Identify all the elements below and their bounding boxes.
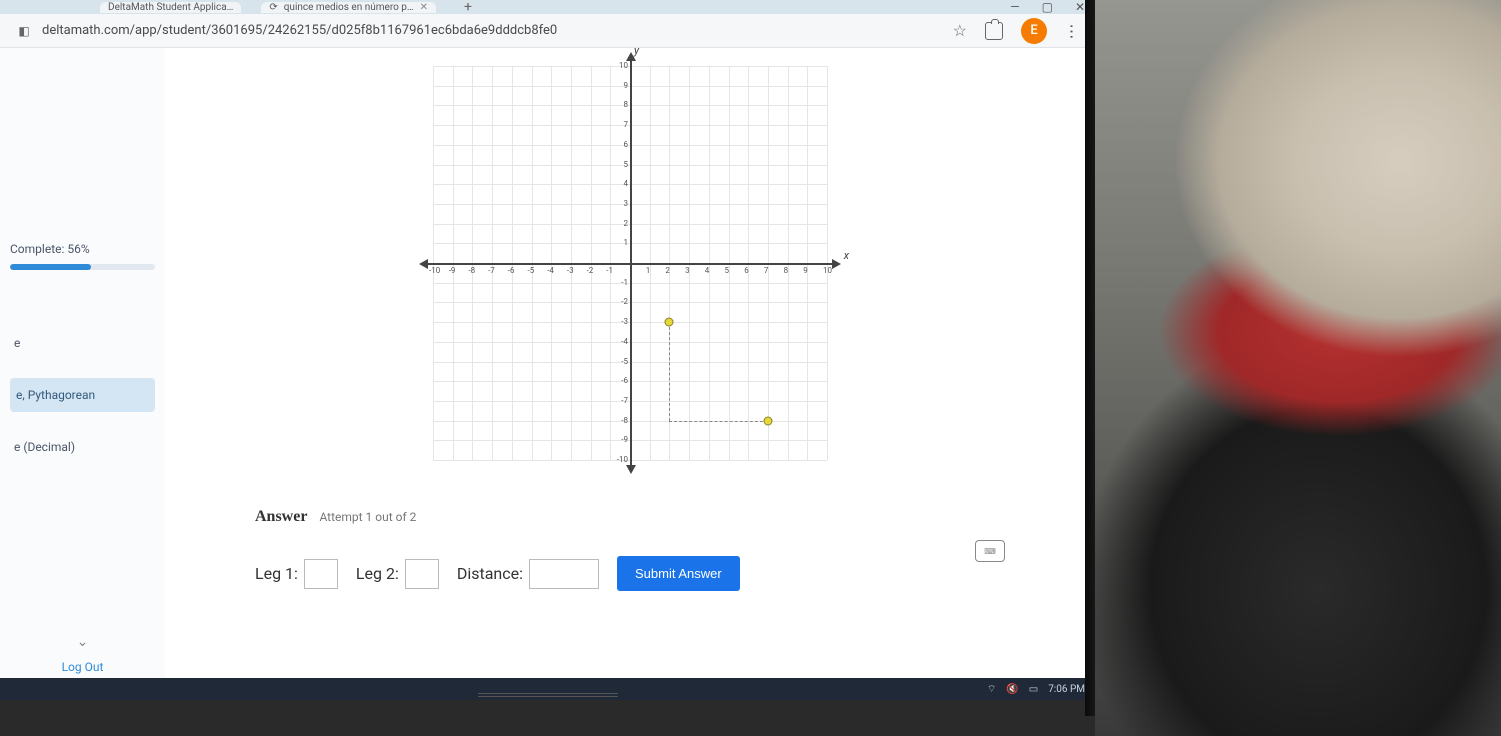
taskbar-time: 7:06 PM (1048, 684, 1085, 695)
x-tick: -1 (606, 266, 613, 275)
browser-tabstrip: DeltaMath Student Applica… ⟳quince medio… (0, 0, 1095, 14)
x-tick: 9 (803, 266, 808, 275)
distance-group: Distance: (457, 559, 599, 589)
y-axis (630, 58, 632, 468)
x-tick: 8 (784, 266, 789, 275)
x-tick: 3 (685, 266, 690, 275)
y-tick: 3 (616, 199, 628, 208)
sidebar-collapse-icon[interactable]: ⌄ (10, 634, 155, 650)
arrow-left-icon (419, 259, 428, 269)
attempt-text: Attempt 1 out of 2 (319, 510, 416, 524)
leg2-group: Leg 2: (356, 559, 439, 589)
y-tick: -10 (616, 455, 628, 464)
browser-urlbar: ◧ deltamath.com/app/student/3601695/2426… (0, 14, 1095, 48)
coordinate-graph[interactable]: y x -10-9-8-7-6-5-4-3-2-112345678910-10-… (425, 58, 835, 468)
x-tick: -5 (528, 266, 535, 275)
x-tick: 1 (646, 266, 651, 275)
y-tick: 9 (616, 81, 628, 90)
y-tick: 4 (616, 179, 628, 188)
profile-avatar[interactable]: E (1021, 18, 1047, 44)
y-axis-label: y (634, 44, 639, 57)
site-info-icon[interactable]: ◧ (16, 23, 32, 39)
x-tick: 10 (823, 266, 832, 275)
sidebar-item-decimal[interactable]: e (Decimal) (10, 434, 155, 460)
progress-bar (10, 264, 155, 270)
y-tick: -6 (616, 376, 628, 385)
x-tick: 6 (744, 266, 749, 275)
extensions-icon[interactable] (985, 22, 1003, 40)
x-axis-label: x (844, 249, 849, 262)
window-close-icon[interactable]: ✕ (1075, 0, 1085, 14)
y-tick: 7 (616, 120, 628, 129)
y-tick: 8 (616, 100, 628, 109)
sidebar-item-e[interactable]: e (10, 330, 155, 356)
y-tick: -4 (616, 337, 628, 346)
leg1-input[interactable] (304, 559, 338, 589)
tab2-title: quince medios en número p… (284, 2, 414, 13)
leg2-label: Leg 2: (356, 564, 399, 583)
x-tick: -9 (449, 266, 456, 275)
x-tick: -6 (508, 266, 515, 275)
y-tick: -7 (616, 396, 628, 405)
y-tick: -5 (616, 357, 628, 366)
browser-tab-1[interactable]: DeltaMath Student Applica… (100, 2, 241, 13)
browser-tab-2[interactable]: ⟳quince medios en número p…✕ (261, 2, 436, 13)
leg2-input[interactable] (405, 559, 439, 589)
browser-menu-icon[interactable]: ⋯ (1063, 24, 1082, 38)
window-maximize-icon[interactable]: ▢ (1042, 0, 1053, 14)
submit-answer-button[interactable]: Submit Answer (617, 556, 740, 591)
plotted-point[interactable] (763, 416, 772, 425)
x-tick: -10 (429, 266, 440, 275)
x-tick: -8 (468, 266, 475, 275)
battery-icon[interactable]: ▭ (1029, 684, 1038, 695)
leg1-label: Leg 1: (255, 564, 298, 583)
taskbar-scrub (478, 693, 618, 697)
tab1-title: DeltaMath Student Applica… (108, 2, 233, 13)
window-minimize-icon[interactable]: — (1010, 0, 1019, 14)
x-tick: -4 (547, 266, 554, 275)
os-taskbar[interactable]: ⌔ 🔇 ▭ 7:06 PM (0, 678, 1095, 700)
volume-mute-icon[interactable]: 🔇 (1006, 684, 1018, 695)
distance-input[interactable] (529, 559, 599, 589)
wifi-icon[interactable]: ⌔ (987, 683, 996, 696)
y-tick: 1 (616, 238, 628, 247)
y-tick: -9 (616, 435, 628, 444)
y-tick: -1 (616, 278, 628, 287)
x-tick: 7 (764, 266, 769, 275)
x-tick: 5 (725, 266, 730, 275)
sidebar: Complete: 56% e e, Pythagorean e (Decima… (0, 48, 165, 700)
arrow-down-icon (626, 465, 636, 474)
x-tick: 4 (705, 266, 710, 275)
keyboard-icon[interactable]: ⌨ (975, 540, 1005, 562)
y-tick: -2 (616, 297, 628, 306)
main-content: y x -10-9-8-7-6-5-4-3-2-112345678910-10-… (165, 48, 1095, 700)
y-tick: 5 (616, 160, 628, 169)
dashed-segment (669, 322, 670, 421)
complete-label: Complete: 56% (10, 242, 155, 256)
y-tick: 10 (616, 61, 628, 70)
y-tick: -8 (616, 416, 628, 425)
dashed-segment (669, 421, 768, 422)
plotted-point[interactable] (665, 318, 674, 327)
x-tick: -2 (587, 266, 594, 275)
x-tick: -3 (567, 266, 574, 275)
bookmark-star-icon[interactable]: ☆ (953, 21, 967, 40)
x-tick: -7 (488, 266, 495, 275)
new-tab-button[interactable]: + (464, 0, 472, 15)
answer-title: Answer (255, 508, 307, 526)
answer-section: Answer Attempt 1 out of 2 Leg 1: Leg 2: … (225, 498, 1035, 601)
distance-label: Distance: (457, 564, 523, 583)
arrow-right-icon (832, 259, 841, 269)
x-tick: 2 (665, 266, 670, 275)
y-tick: -3 (616, 317, 628, 326)
close-tab-icon[interactable]: ✕ (420, 2, 428, 13)
leg1-group: Leg 1: (255, 559, 338, 589)
y-tick: 2 (616, 219, 628, 228)
background-photo (1095, 0, 1501, 736)
sidebar-item-pythagorean[interactable]: e, Pythagorean (10, 378, 155, 412)
y-tick: 6 (616, 140, 628, 149)
url-text[interactable]: deltamath.com/app/student/3601695/242621… (42, 23, 943, 38)
